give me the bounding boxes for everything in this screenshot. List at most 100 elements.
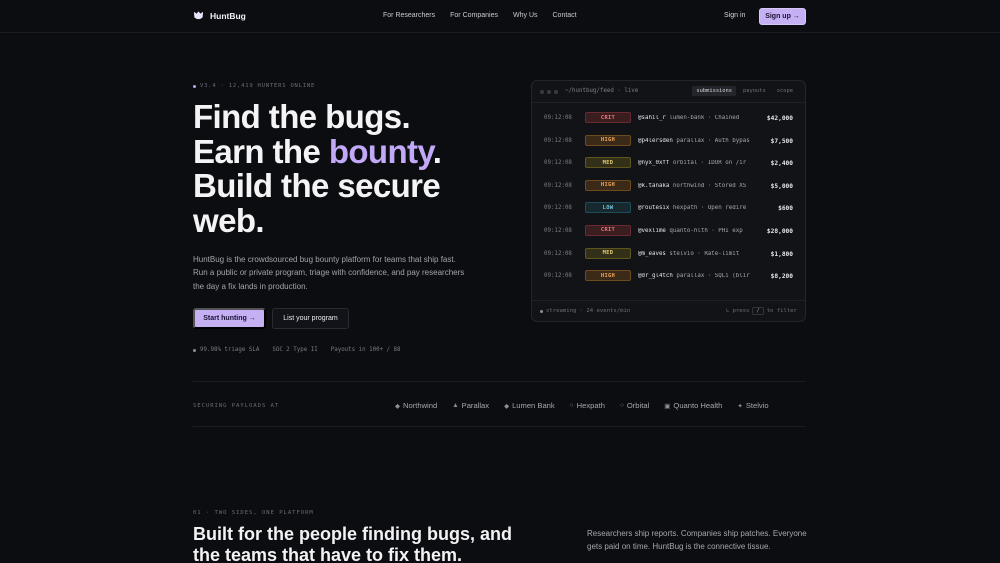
feed-row-desc: @sahil_r lumen-bank · Chained <box>638 115 752 121</box>
feed-row-summary: hexpath · Open redire <box>672 205 747 212</box>
feed-row[interactable]: 09:12:08 MED @nyx_0xff orbital · IDOR on /… <box>532 154 805 177</box>
logo-strip: ◆ Northwind ▲ Parallax ◆ Lumen Bank ○ Hexpath ○ O… <box>395 401 769 410</box>
partner-logo: ○ Orbital <box>620 401 649 410</box>
feed-header: ~/huntbug/feed · live submissions payout… <box>532 81 805 103</box>
headline-line-4: web. <box>193 201 265 239</box>
partner-name: Quanto Health <box>673 401 723 410</box>
top-nav: HuntBug For Researchers For Companies Wh… <box>0 0 1000 33</box>
nav-links: For Researchers For Companies Why Us Con… <box>383 12 577 19</box>
filter-hint-text: to filter <box>766 308 797 314</box>
stat-sla: 99.98% triage SLA <box>193 347 259 353</box>
start-hunting-button[interactable]: Start hunting → <box>193 308 266 329</box>
feed-row-time: 09:12:08 <box>544 115 572 121</box>
researcher-handle: @sahil_r <box>638 115 666 121</box>
feed-row-desc: @routesix hexpath · Open redire <box>638 205 752 211</box>
tab-payouts[interactable]: payouts <box>739 86 770 96</box>
stat-sla-text: 99.98% triage SLA <box>200 347 260 353</box>
severity-badge: HIGH <box>585 179 631 191</box>
feed-row-summary: northwind · Stored XS <box>672 182 747 189</box>
live-feed-panel: ~/huntbug/feed · live submissions payout… <box>531 80 806 322</box>
headline-accent: bounty <box>328 132 434 170</box>
status-dot-icon <box>193 84 196 88</box>
section-copy: Researchers ship reports. Companies ship… <box>587 529 807 551</box>
feed-row-time: 09:12:08 <box>544 137 572 144</box>
sign-in-link[interactable]: Sign in <box>724 12 745 19</box>
researcher-handle: @p4lersden <box>638 137 673 144</box>
feed-path: ~/huntbug/feed · live <box>565 88 639 94</box>
feed-row-desc: @m_eaves stelvio · Rate-limit <box>638 251 752 257</box>
researcher-handle: @m_eaves <box>638 250 666 257</box>
feed-row-summary: quanto-hlth · PHI exp <box>669 227 743 234</box>
feed-row-time: 09:12:08 <box>544 205 572 212</box>
feed-tabs: submissions payouts scope <box>692 86 797 96</box>
feed-row-desc: @k.tanaka northwind · Stored XS <box>638 183 752 189</box>
feed-row[interactable]: 09:12:08 MED @m_eaves stelvio · Rate-limit… <box>532 245 805 268</box>
bounty-amount: $2,400 <box>770 160 793 168</box>
feed-row-summary: parallax · SQLi (blir <box>676 273 750 280</box>
partner-glyph-icon: ▣ <box>664 402 671 410</box>
severity-badge: LOW <box>585 202 631 214</box>
filter-hint: ↳ press / to filter <box>726 307 797 315</box>
partner-name: Hexpath <box>576 401 605 410</box>
severity-badge: HIGH <box>585 270 631 282</box>
stream-status: streaming · 24 events/min <box>540 308 630 314</box>
feed-row[interactable]: 09:12:08 LOW @routesix hexpath · Open redi… <box>532 199 805 222</box>
partner-logo: ✦ Stelvio <box>737 401 768 410</box>
headline-line-2a: Earn the <box>193 132 329 170</box>
stream-status-text: streaming · 24 events/min <box>546 308 631 314</box>
feed-row-summary: parallax · Auth bypas <box>676 137 750 144</box>
tab-submissions[interactable]: submissions <box>692 86 737 96</box>
divider <box>193 426 806 427</box>
brand-name: HuntBug <box>210 10 246 21</box>
researcher-handle: @vexlime <box>638 227 666 234</box>
stat-soc2: SOC 2 Type II <box>272 347 318 353</box>
researcher-handle: @dr_gl4tch <box>638 273 673 280</box>
bounty-amount: $600 <box>778 205 793 213</box>
filter-key: / <box>752 307 764 315</box>
headline-line-2c: . <box>432 132 442 170</box>
feed-row[interactable]: 09:12:08 CRIT @sahil_r lumen-bank · Chaine… <box>532 109 805 132</box>
partner-logo: ▲ Parallax <box>452 401 489 410</box>
bounty-amount: $8,200 <box>770 273 793 281</box>
researcher-handle: @k.tanaka <box>638 182 670 189</box>
hero-meta: V3.4 · 12,419 HUNTERS ONLINE <box>193 83 315 89</box>
headline-line-3: Build the secure <box>193 167 441 204</box>
bounty-amount: $7,500 <box>770 137 793 145</box>
feed-row[interactable]: 09:12:08 HIGH @p4lersden parallax · Auth b… <box>532 132 805 155</box>
bounty-amount: $1,800 <box>770 250 793 258</box>
feed-row[interactable]: 09:12:08 CRIT @vexlime quanto-hlth · PHI e… <box>532 222 805 245</box>
feed-row-desc: @vexlime quanto-hlth · PHI exp <box>638 228 752 234</box>
feed-row[interactable]: 09:12:08 HIGH @k.tanaka northwind · Stored… <box>532 177 805 200</box>
feed-rows: 09:12:08 CRIT @sahil_r lumen-bank · Chaine… <box>532 109 805 290</box>
feed-row-time: 09:12:08 <box>544 273 572 280</box>
severity-badge: CRIT <box>585 112 631 123</box>
nav-link-companies[interactable]: For Companies <box>450 12 498 19</box>
window-dot-icon <box>547 90 551 94</box>
tab-scope[interactable]: scope <box>773 86 797 96</box>
nav-link-why-us[interactable]: Why Us <box>513 12 538 19</box>
bounty-amount: $42,000 <box>766 115 793 122</box>
nav-link-contact[interactable]: Contact <box>553 12 577 19</box>
stat-payouts: Payouts in 100+ / 88 <box>330 347 401 353</box>
researcher-handle: @routesix <box>638 205 670 212</box>
headline-line-1: Find the bugs. <box>193 98 411 135</box>
list-program-button[interactable]: List your program <box>272 308 349 329</box>
logos-label: SECURING PAYLOADS AT <box>193 403 280 409</box>
partner-glyph-icon: ▲ <box>452 402 459 409</box>
window-dot-icon <box>540 90 544 94</box>
sign-up-button[interactable]: Sign up → <box>759 8 806 25</box>
partner-glyph-icon: ✦ <box>737 402 743 410</box>
bounty-amount: $5,000 <box>770 182 793 190</box>
nav-link-researchers[interactable]: For Researchers <box>383 12 435 19</box>
feed-row-time: 09:12:08 <box>544 182 572 189</box>
brand[interactable]: HuntBug <box>193 10 246 21</box>
feed-row-time: 09:12:08 <box>544 160 572 167</box>
hero-meta-text: V3.4 · 12,419 HUNTERS ONLINE <box>200 83 316 89</box>
partner-logo: ◆ Northwind <box>395 401 437 410</box>
feed-row-summary: lumen-bank · Chained <box>669 115 740 121</box>
feed-row[interactable]: 09:12:08 HIGH @dr_gl4tch parallax · SQLi (… <box>532 267 805 290</box>
partner-glyph-icon: ○ <box>619 402 624 409</box>
feed-row-time: 09:12:08 <box>544 227 572 234</box>
hero-headline: Find the bugs. Earn the bounty. Build th… <box>193 98 513 239</box>
feed-row-desc: @dr_gl4tch parallax · SQLi (blir <box>638 273 752 279</box>
